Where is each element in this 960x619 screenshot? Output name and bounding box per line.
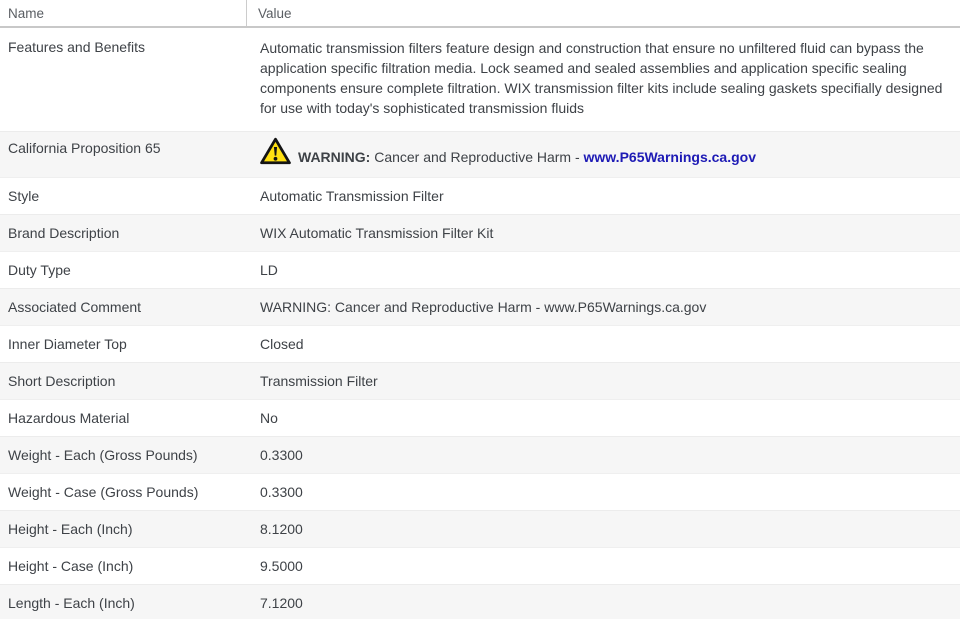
- warning-triangle-icon: [260, 137, 291, 165]
- row-value: 8.1200: [260, 520, 303, 537]
- table-row-short-description: Short Description Transmission Filter: [0, 363, 960, 400]
- table-row-height-each: Height - Each (Inch) 8.1200: [0, 511, 960, 548]
- prop65-warning-text: WARNING: Cancer and Reproductive Harm - …: [298, 149, 756, 166]
- row-value: 9.5000: [260, 557, 303, 574]
- table-row-weight-case: Weight - Case (Gross Pounds) 0.3300: [0, 474, 960, 511]
- row-label: Hazardous Material: [8, 410, 130, 426]
- row-label: Height - Each (Inch): [8, 521, 133, 537]
- row-value: WARNING: Cancer and Reproductive Harm - …: [260, 298, 707, 315]
- row-label: Height - Case (Inch): [8, 558, 134, 574]
- row-value: Closed: [260, 335, 304, 352]
- table-row-california-proposition-65: California Proposition 65 WARNING: Cance…: [0, 132, 960, 178]
- p65-warnings-link[interactable]: www.P65Warnings.ca.gov: [584, 149, 756, 165]
- row-value: Automatic Transmission Filter: [260, 187, 444, 204]
- row-label: Features and Benefits: [8, 39, 145, 55]
- row-value: 0.3300: [260, 446, 303, 463]
- row-label: Style: [8, 188, 40, 204]
- row-value: 0.3300: [260, 483, 303, 500]
- warning-message: Cancer and Reproductive Harm -: [370, 149, 584, 165]
- row-label: Weight - Case (Gross Pounds): [8, 484, 199, 500]
- table-row-features-and-benefits: Features and Benefits Automatic transmis…: [0, 28, 960, 132]
- row-label: Weight - Each (Gross Pounds): [8, 447, 198, 463]
- table-row-height-case: Height - Case (Inch) 9.5000: [0, 548, 960, 585]
- row-value: WARNING: Cancer and Reproductive Harm - …: [247, 137, 960, 165]
- row-label: Short Description: [8, 373, 116, 389]
- row-value: No: [260, 409, 278, 426]
- row-label: Duty Type: [8, 262, 71, 278]
- table-row-duty-type: Duty Type LD: [0, 252, 960, 289]
- row-value: 7.1200: [260, 594, 303, 611]
- column-header-value: Value: [258, 5, 292, 21]
- row-label: Length - Each (Inch): [8, 595, 135, 611]
- row-value: LD: [260, 261, 278, 278]
- warning-bold-label: WARNING:: [298, 149, 371, 165]
- table-row-hazardous-material: Hazardous Material No: [0, 400, 960, 437]
- row-label: California Proposition 65: [8, 140, 161, 156]
- table-row-weight-each: Weight - Each (Gross Pounds) 0.3300: [0, 437, 960, 474]
- row-label: Associated Comment: [8, 299, 142, 315]
- table-row-brand-description: Brand Description WIX Automatic Transmis…: [0, 215, 960, 252]
- table-header-row: Name Value: [0, 0, 960, 28]
- table-row-length-each: Length - Each (Inch) 7.1200: [0, 585, 960, 619]
- table-row-inner-diameter-top: Inner Diameter Top Closed: [0, 326, 960, 363]
- row-value: WIX Automatic Transmission Filter Kit: [260, 224, 494, 241]
- row-value: Transmission Filter: [260, 372, 378, 389]
- row-label: Inner Diameter Top: [8, 336, 127, 352]
- table-row-associated-comment: Associated Comment WARNING: Cancer and R…: [0, 289, 960, 326]
- column-header-name: Name: [0, 0, 247, 26]
- product-spec-table: Name Value Features and Benefits Automat…: [0, 0, 960, 619]
- row-label: Brand Description: [8, 225, 120, 241]
- row-value: Automatic transmission filters feature d…: [260, 40, 943, 116]
- table-row-style: Style Automatic Transmission Filter: [0, 178, 960, 215]
